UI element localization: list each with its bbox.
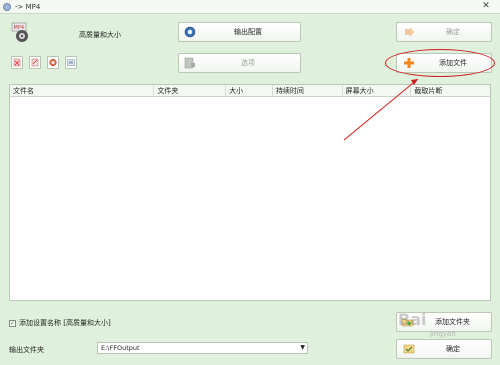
- output-folder-value: E:\FFOutput: [101, 344, 140, 352]
- column-filename[interactable]: 文件名: [10, 85, 155, 96]
- append-setting-label: 添加设置名称 [高质量和大小]: [19, 319, 111, 327]
- profile-label: 高质量和大小: [79, 31, 121, 39]
- clear-icon: [31, 58, 39, 67]
- output-folder-select[interactable]: E:\FFOutput ▼: [97, 342, 308, 354]
- start-convert-icon: [403, 344, 415, 354]
- stop-button[interactable]: [47, 56, 59, 69]
- output-config-label: 输出配置: [234, 28, 262, 36]
- app-icon: [3, 2, 11, 11]
- media-info-icon: [67, 59, 75, 66]
- column-size[interactable]: 大小: [226, 85, 273, 96]
- append-setting-checkbox[interactable]: ✓: [9, 319, 16, 327]
- window-title: -> MP4: [15, 2, 41, 11]
- column-folder[interactable]: 文件夹: [154, 85, 227, 96]
- ok-bottom-button[interactable]: 确定: [396, 339, 492, 359]
- output-folder-label: 输出文件夹: [9, 346, 44, 354]
- options-button[interactable]: 选项: [178, 53, 301, 73]
- arrow-right-icon: [405, 27, 414, 37]
- clear-list-button[interactable]: [29, 56, 41, 69]
- column-duration[interactable]: 持续时间: [273, 85, 343, 96]
- watermark-sub: jingyan: [430, 330, 456, 338]
- watermark-logo: Bai: [398, 310, 427, 329]
- options-label: 选项: [241, 59, 255, 67]
- annotation-highlight-ellipse: [385, 49, 495, 77]
- mp4-profile-icon: MP4: [11, 22, 28, 42]
- preview-button[interactable]: [65, 56, 77, 69]
- file-list-table[interactable]: 文件名 文件夹 大小 持续时间 屏幕大小 截取片断: [9, 84, 491, 301]
- column-screen-size[interactable]: 屏幕大小: [343, 85, 412, 96]
- ok-bottom-label: 确定: [446, 345, 460, 353]
- remove-file-button[interactable]: [11, 56, 23, 69]
- settings-disc-icon: [184, 26, 196, 38]
- delete-file-icon: [13, 58, 21, 67]
- title-bar: -> MP4 ✕: [0, 0, 500, 14]
- ok-label: 确定: [446, 28, 460, 36]
- stop-icon: [49, 58, 57, 67]
- close-window-button[interactable]: ✕: [475, 1, 497, 12]
- dropdown-arrow-icon[interactable]: ▼: [300, 343, 305, 353]
- file-list-header: 文件名 文件夹 大小 持续时间 屏幕大小 截取片断: [10, 85, 490, 97]
- film-options-icon: [184, 57, 195, 69]
- output-config-button[interactable]: 输出配置: [178, 22, 301, 42]
- ok-button[interactable]: 确定: [396, 22, 492, 42]
- append-setting-row[interactable]: ✓ 添加设置名称 [高质量和大小]: [9, 318, 111, 328]
- column-clip-segment[interactable]: 截取片断: [411, 85, 490, 96]
